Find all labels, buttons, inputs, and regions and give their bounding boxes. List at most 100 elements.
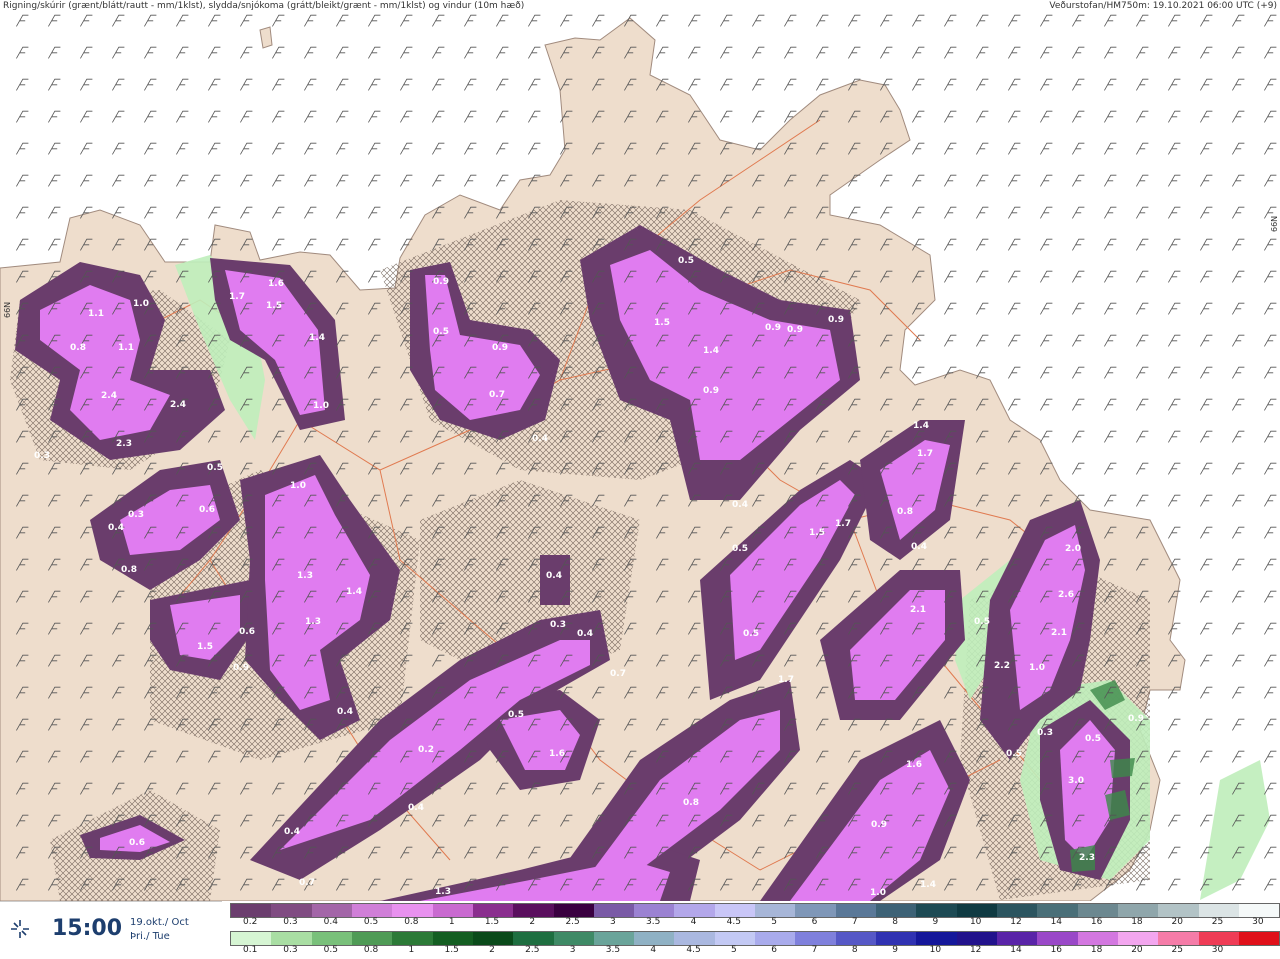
precip-value-label: 0.5 (743, 629, 759, 639)
snow-scale-swatch (835, 904, 876, 917)
snow-scale-tick: 10 (969, 917, 982, 927)
precip-value-label: 1.7 (229, 292, 245, 302)
rain-scale-tick: 4 (650, 945, 657, 955)
latitude-tag-left: 66N (3, 301, 12, 318)
precip-value-label: 0.9 (433, 277, 449, 287)
snow-scale-swatch (593, 904, 635, 917)
snow-scale-tick: 0.4 (323, 917, 338, 927)
precip-value-label: 3.0 (1068, 776, 1084, 786)
snow-scale-swatch (755, 904, 796, 917)
rain-scale-swatch (351, 932, 393, 945)
rain-scale-tick: 0.5 (323, 945, 338, 955)
precip-value-label: 0.2 (418, 745, 434, 755)
precip-value-label: 2.1 (1051, 628, 1067, 638)
snow-scale-tick: 1 (448, 917, 455, 927)
rain-scale-swatch (231, 932, 272, 945)
snow-scale-swatch (795, 904, 836, 917)
map-title: Rigning/skúrir (grænt/blátt/rautt - mm/1… (3, 1, 525, 11)
snow-scale-swatch (714, 904, 756, 917)
rain-scale-tick: 14 (1010, 945, 1022, 955)
rain-scale-swatch (996, 932, 1038, 945)
precip-value-label: 1.4 (309, 333, 325, 343)
snow-color-scale (230, 903, 1280, 918)
snow-scale-tick: 18 (1131, 917, 1143, 927)
snow-scale-tick: 0.3 (283, 917, 298, 927)
precip-value-label: 2.1 (910, 605, 926, 615)
precip-value-label: 0.4 (577, 629, 593, 639)
rain-scale-tick: 2 (489, 945, 495, 955)
snow-scale-tick: 12 (1010, 917, 1022, 927)
snow-scale-tick: 6 (811, 917, 818, 927)
snow-scale-swatch (553, 904, 594, 917)
rain-scale-tick: 3 (569, 945, 576, 955)
rain-scale-swatch (1077, 932, 1118, 945)
precip-value-label: 1.1 (88, 309, 104, 319)
precip-value-label: 1.4 (920, 880, 936, 890)
precip-legend: 0.2 0.3 0.4 0.5 0.8 1 1.5 2 2.5 3 3.5 4 4.5 5 6 7 8 9 10 12… (228, 901, 1280, 958)
rain-scale-tick: 16 (1050, 945, 1063, 955)
rain-scale-ticks: 0.1 0.3 0.5 0.8 1 1.5 2 2.5 3 3.5 4 4.5 5 6 7 8 9 10 12 14 1… (230, 945, 1278, 957)
snow-scale-tick: 14 (1050, 917, 1063, 927)
snow-scale-swatch (634, 904, 675, 917)
rain-scale-swatch (876, 932, 917, 945)
precip-value-label: 1.0 (313, 401, 329, 411)
rain-scale-swatch (916, 932, 957, 945)
snow-scale-swatch (916, 904, 957, 917)
rain-scale-swatch (392, 932, 433, 945)
snow-scale-tick: 9 (932, 917, 939, 927)
precip-value-label: 0.4 (732, 500, 748, 510)
precip-value-label: 0.7 (610, 669, 626, 679)
snow-scale-tick: 3.5 (646, 917, 661, 927)
snow-scale-swatch (1117, 904, 1159, 917)
forecast-weekday: Þri./ Tue (130, 931, 170, 942)
snow-scale-tick: 0.8 (404, 917, 419, 927)
snow-scale-swatch (432, 904, 473, 917)
snow-scale-tick: 0.5 (363, 917, 379, 927)
rain-scale-tick: 20 (1131, 945, 1143, 955)
precip-value-label: 1.4 (346, 587, 362, 597)
precip-value-label: 0.9 (233, 663, 249, 673)
precip-value-label: 0.8 (70, 343, 86, 353)
rain-scale-swatch (593, 932, 635, 945)
precip-value-label: 0.9 (828, 315, 844, 325)
rain-scale-swatch (956, 932, 997, 945)
precip-value-label: 1.7 (778, 675, 794, 685)
precip-value-label: 1.3 (297, 571, 313, 581)
rain-scale-swatch (311, 932, 352, 945)
precip-value-label: 0.5 (433, 327, 449, 337)
time-panel: 15:00 19.okt./ Oct Þri./ Tue (0, 901, 222, 959)
snow-scale-tick: 20 (1171, 917, 1183, 927)
rain-scale-tick: 6 (771, 945, 778, 955)
rain-color-scale (230, 931, 1280, 946)
snow-scale-ticks: 0.2 0.3 0.4 0.5 0.8 1 1.5 2 2.5 3 3.5 4 4.5 5 6 7 8 9 10 12… (230, 917, 1278, 929)
snow-scale-tick: 5 (771, 917, 778, 927)
snow-scale-swatch (392, 904, 433, 917)
snow-scale-tick: 25 (1211, 917, 1224, 927)
precip-value-label: 0.4 (532, 434, 548, 444)
precip-value-label: 0.9 (492, 343, 508, 353)
precip-value-label: 0.4 (911, 542, 927, 552)
precip-value-label: 1.5 (654, 318, 670, 328)
precip-value-label: 0.4 (108, 523, 124, 533)
precip-value-label: 0.8 (683, 798, 699, 808)
snow-scale-swatch (1077, 904, 1118, 917)
rain-scale-swatch (674, 932, 715, 945)
precip-value-label: 0.3 (34, 451, 50, 461)
rain-scale-tick: 10 (929, 945, 942, 955)
snow-scale-tick: 8 (892, 917, 898, 927)
rain-scale-tick: 25 (1171, 945, 1183, 955)
snow-scale-tick: 0.2 (242, 917, 258, 927)
precip-value-label: 1.7 (835, 519, 851, 529)
rain-scale-tick: 7 (811, 945, 818, 955)
precip-value-label: 0.9 (871, 820, 887, 830)
rain-scale-tick: 30 (1211, 945, 1224, 955)
precip-value-label: 1.0 (1029, 663, 1045, 673)
precip-value-label: 0.9 (703, 386, 719, 396)
rain-scale-swatch (1198, 932, 1239, 945)
snow-scale-swatch (996, 904, 1038, 917)
precip-value-label: 1.3 (305, 617, 321, 627)
snow-scale-swatch (674, 904, 715, 917)
snow-scale-tick: 4.5 (726, 917, 742, 927)
precip-value-label: 0.5 (508, 710, 524, 720)
precip-value-label: 0.6 (239, 627, 255, 637)
